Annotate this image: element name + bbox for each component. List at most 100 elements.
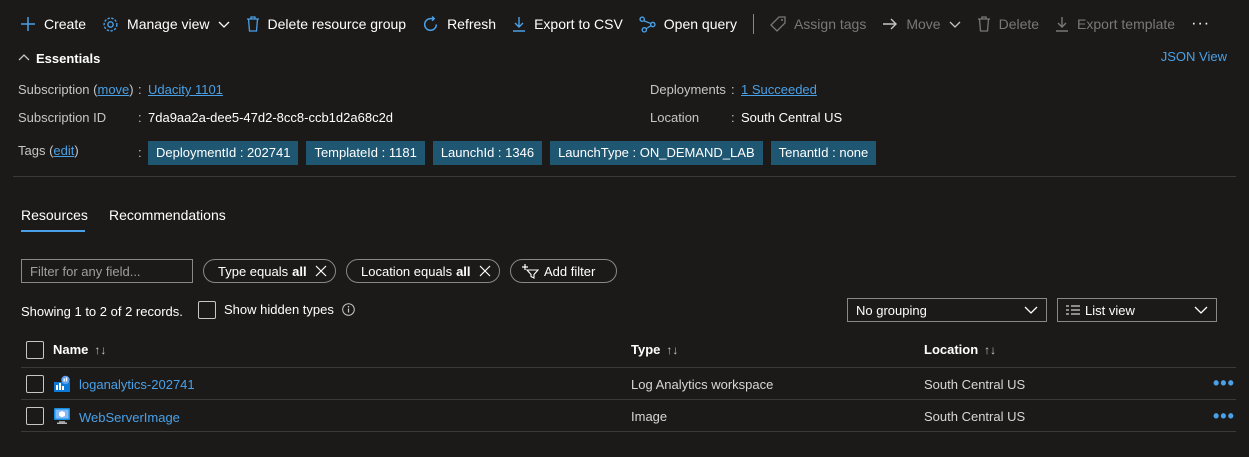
tag-icon <box>770 16 786 32</box>
row-checkbox[interactable] <box>26 375 44 393</box>
add-filter-icon <box>522 264 539 279</box>
deployments-link[interactable]: 1 Succeeded <box>741 82 817 97</box>
row-divider <box>21 399 1236 400</box>
chevron-up-icon <box>18 54 30 61</box>
move-label: Move <box>906 16 941 32</box>
refresh-label: Refresh <box>447 16 497 32</box>
vm-image-icon <box>54 408 70 424</box>
list-view-icon <box>1066 305 1080 315</box>
close-icon[interactable] <box>479 265 491 277</box>
json-view-link[interactable]: JSON View <box>1161 49 1227 64</box>
show-hidden-types-label: Show hidden types <box>224 302 334 317</box>
resource-name-link[interactable]: loganalytics-202741 <box>79 377 195 392</box>
chevron-down-icon <box>949 21 961 28</box>
row-checkbox[interactable] <box>26 407 44 425</box>
select-all-checkbox[interactable] <box>26 341 44 359</box>
column-header-name[interactable]: Name ↑↓ <box>53 342 106 357</box>
tag-deployment-id[interactable]: DeploymentId : 202741 <box>148 141 299 165</box>
query-icon <box>639 15 656 33</box>
subscription-id-label: Subscription ID <box>18 110 107 125</box>
add-filter-label: Add filter <box>544 263 596 279</box>
show-hidden-types-checkbox[interactable] <box>198 301 216 319</box>
colon: : <box>731 82 735 97</box>
colon: : <box>138 145 142 160</box>
tag-template-id[interactable]: TemplateId : 1181 <box>306 141 425 165</box>
subscription-link[interactable]: Udacity 1101 <box>148 82 223 97</box>
tags-edit-link[interactable]: edit <box>53 143 74 158</box>
header-divider <box>21 367 1236 368</box>
move-button[interactable]: Move <box>882 9 961 39</box>
type-filter-value: all <box>292 263 307 279</box>
essentials-divider <box>13 176 1236 177</box>
refresh-button[interactable]: Refresh <box>422 9 496 39</box>
command-bar: Create Manage view Delete resource group… <box>0 0 1249 48</box>
add-filter-button[interactable]: Add filter <box>510 259 617 283</box>
gear-icon <box>103 16 118 32</box>
trash-icon <box>246 16 259 32</box>
download-icon <box>1056 17 1069 32</box>
trash-icon <box>977 16 990 32</box>
tag-launch-type[interactable]: LaunchType : ON_DEMAND_LAB <box>550 141 763 165</box>
location-value: South Central US <box>741 110 843 125</box>
subscription-id-value: 7da9aa2a-dee5-47d2-8cc8-ccb1d2a68c2d <box>148 110 394 125</box>
open-query-button[interactable]: Open query <box>639 9 737 39</box>
create-label: Create <box>44 16 87 32</box>
refresh-icon <box>424 15 438 31</box>
delete-button[interactable]: Delete <box>977 9 1039 39</box>
delete-resource-group-button[interactable]: Delete resource group <box>246 9 407 39</box>
subscription-move-link[interactable]: move <box>97 82 129 97</box>
colon: : <box>138 82 142 97</box>
location-filter-value: all <box>456 263 471 279</box>
grouping-value: No grouping <box>856 302 927 318</box>
log-analytics-icon <box>54 375 70 392</box>
view-value: List view <box>1085 302 1135 318</box>
tab-recommendations[interactable]: Recommendations <box>109 207 226 223</box>
tag-launch-id[interactable]: LaunchId : 1346 <box>432 141 543 165</box>
delete-resource-group-label: Delete resource group <box>267 16 407 32</box>
export-template-label: Export template <box>1077 16 1176 32</box>
close-icon[interactable] <box>315 265 327 277</box>
info-icon[interactable] <box>342 303 355 316</box>
tab-resources[interactable]: Resources <box>21 207 88 223</box>
sort-icon: ↑↓ <box>94 342 107 357</box>
subscription-label: Subscription (move) <box>18 82 134 97</box>
row-more-button[interactable]: ••• <box>1213 374 1235 392</box>
location-label: Location <box>650 110 700 125</box>
view-dropdown[interactable]: List view <box>1057 298 1217 322</box>
create-button[interactable]: Create <box>20 9 86 39</box>
delete-label: Delete <box>998 16 1040 32</box>
tags-label: Tags (edit) <box>18 143 79 158</box>
sort-icon: ↑↓ <box>984 342 997 357</box>
more-commands-button[interactable]: ··· <box>1191 15 1210 33</box>
chevron-down-icon <box>1024 306 1038 314</box>
assign-tags-button[interactable]: Assign tags <box>770 9 866 39</box>
type-filter-pill[interactable]: Type equals all <box>203 259 336 283</box>
chevron-down-icon <box>218 21 229 28</box>
deployments-label: Deployments <box>650 82 726 97</box>
assign-tags-label: Assign tags <box>793 16 867 32</box>
location-filter-pill[interactable]: Location equals all <box>346 259 500 283</box>
tab-active-indicator <box>21 230 85 232</box>
arrow-right-icon <box>883 18 898 30</box>
resource-name-link[interactable]: WebServerImage <box>79 410 180 425</box>
toolbar-divider <box>752 14 754 34</box>
manage-view-button[interactable]: Manage view <box>102 9 230 39</box>
tags-list: DeploymentId : 202741 TemplateId : 1181 … <box>148 141 884 165</box>
open-query-label: Open query <box>663 16 737 32</box>
row-more-button[interactable]: ••• <box>1213 407 1235 425</box>
export-csv-label: Export to CSV <box>534 16 623 32</box>
filter-input[interactable] <box>21 259 193 283</box>
manage-view-label: Manage view <box>127 16 210 32</box>
grouping-dropdown[interactable]: No grouping <box>847 298 1047 322</box>
column-header-type[interactable]: Type ↑↓ <box>631 342 678 357</box>
export-csv-button[interactable]: Export to CSV <box>512 9 623 39</box>
records-count: Showing 1 to 2 of 2 records. <box>21 304 183 319</box>
column-header-location[interactable]: Location ↑↓ <box>924 342 996 357</box>
essentials-toggle[interactable]: Essentials <box>13 48 1249 68</box>
export-template-button[interactable]: Export template <box>1055 9 1175 39</box>
colon: : <box>731 110 735 125</box>
essentials-title: Essentials <box>36 50 101 66</box>
resource-location: South Central US <box>924 409 1026 424</box>
sort-icon: ↑↓ <box>666 342 679 357</box>
tag-tenant-id[interactable]: TenantId : none <box>770 141 877 165</box>
